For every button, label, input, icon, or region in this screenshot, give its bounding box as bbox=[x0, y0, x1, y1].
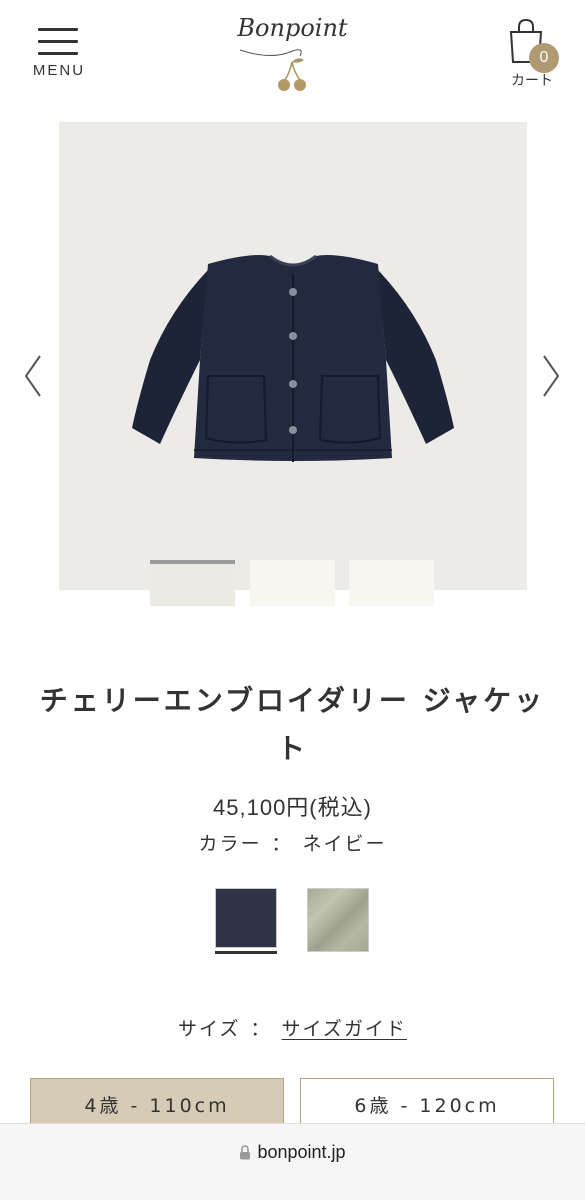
menu-label: MENU bbox=[32, 62, 86, 79]
size-label: サイズ bbox=[178, 1018, 241, 1040]
thumbnail-1[interactable] bbox=[150, 560, 235, 606]
cart-label: カート bbox=[511, 73, 553, 89]
swatch-navy-fill bbox=[215, 888, 277, 948]
size-row: サイズ ： サイズガイド bbox=[0, 1014, 585, 1041]
swatch-khaki-fill bbox=[307, 888, 369, 952]
menu-button[interactable]: MENU bbox=[28, 26, 90, 86]
product-image[interactable] bbox=[59, 122, 527, 590]
jacket-image bbox=[132, 254, 454, 462]
url-text: bonpoint.jp bbox=[257, 1142, 346, 1162]
cart-button[interactable]: 0 カート bbox=[500, 18, 564, 90]
swatch-selected-indicator bbox=[215, 951, 277, 954]
chevron-right-icon[interactable] bbox=[540, 352, 564, 400]
cherry-logo-icon bbox=[239, 49, 306, 91]
color-row: カラー ： ネイビー bbox=[0, 829, 585, 856]
size-separator: ： bbox=[250, 1018, 272, 1040]
browser-url-bar[interactable]: bonpoint.jp bbox=[0, 1123, 585, 1200]
chevron-left-icon[interactable] bbox=[20, 352, 44, 400]
swatch-navy[interactable] bbox=[215, 888, 277, 954]
swatch-khaki[interactable] bbox=[307, 888, 369, 954]
product-title: チェリーエンブロイダリー ジャケット bbox=[39, 684, 546, 765]
color-label: カラー bbox=[198, 833, 262, 855]
url-display: bonpoint.jp bbox=[0, 1142, 585, 1163]
logo-text: Bonpoint bbox=[237, 14, 348, 42]
bonpoint-logo[interactable]: Bonpoint bbox=[230, 14, 355, 94]
color-swatches bbox=[0, 888, 585, 958]
size-guide-link[interactable]: サイズガイド bbox=[282, 1018, 407, 1040]
hamburger-icon bbox=[38, 28, 78, 58]
thumbnail-strip bbox=[150, 560, 440, 606]
product-price: 45,100円(税込) bbox=[213, 795, 372, 820]
thumbnail-3[interactable] bbox=[349, 560, 434, 606]
cart-count-badge: 0 bbox=[529, 43, 559, 73]
header: MENU Bonpoint 0 カート bbox=[0, 0, 585, 110]
color-separator: ： bbox=[271, 833, 293, 855]
thumbnail-2[interactable] bbox=[250, 560, 335, 606]
color-value: ネイビー bbox=[302, 833, 387, 855]
lock-icon bbox=[240, 1145, 251, 1160]
